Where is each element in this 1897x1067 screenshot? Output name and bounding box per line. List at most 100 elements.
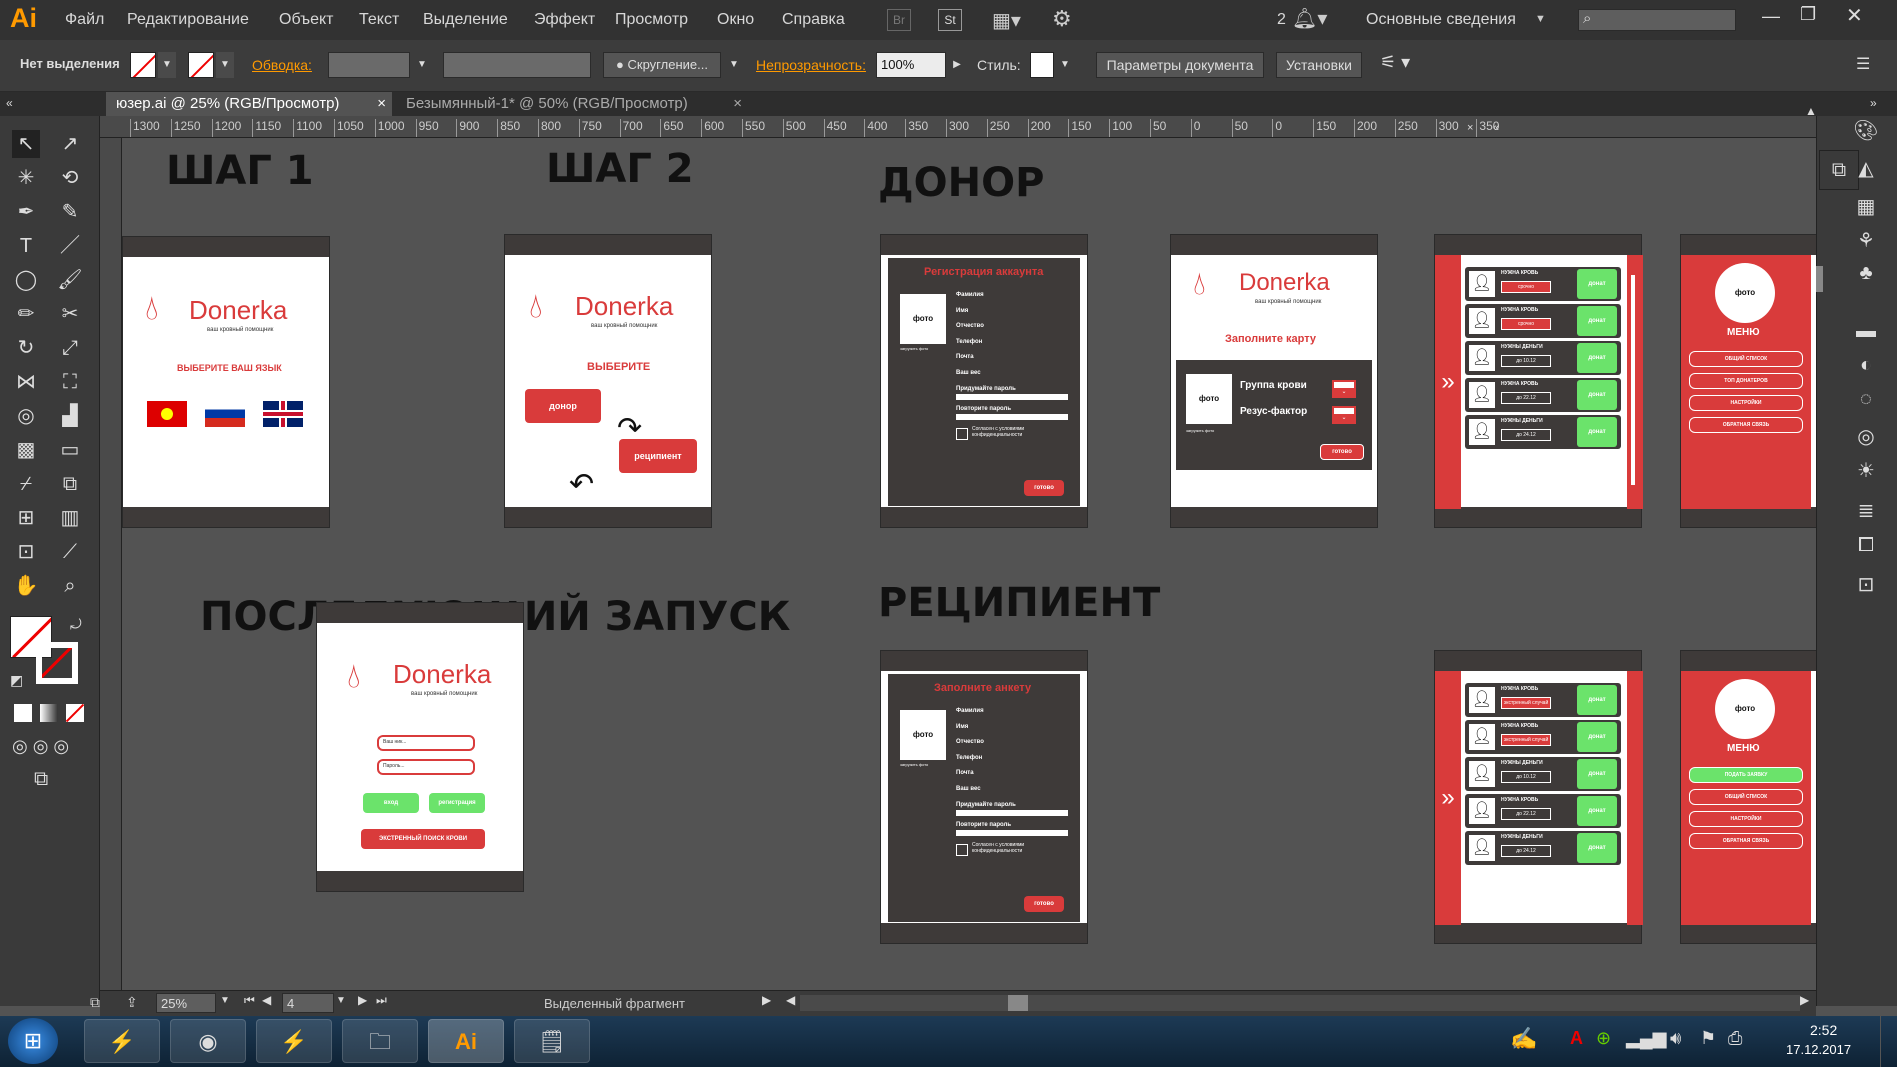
menu-edit[interactable]: Редактирование [127,11,249,29]
stroke-label[interactable]: Обводка: [252,57,312,73]
workspace-switcher[interactable]: Основные сведения [1366,11,1516,29]
artboard-dropdown[interactable]: ▼ [336,995,346,1006]
close-panel-icon[interactable]: × [1467,122,1473,134]
search-input[interactable]: ⌕ [1578,9,1736,31]
asset-export-icon[interactable]: ⊡ [1851,570,1881,600]
field-weight[interactable]: Ваш вес [956,366,1076,382]
color-panel-icon[interactable]: 🎨︎ [1851,116,1881,146]
kyrgyz-flag-icon[interactable] [147,401,187,427]
show-desktop-button[interactable] [1880,1016,1897,1067]
upload-photo-link[interactable]: загрузить фото [900,346,928,351]
scroll-left-icon[interactable]: ◀ [786,993,795,1007]
open-menu-chevron-icon[interactable]: » [1435,671,1461,925]
collapse-icon[interactable]: « [6,96,13,110]
line-tool-icon[interactable]: ／ [56,232,84,260]
document-setup-button[interactable]: Параметры документа [1096,52,1264,78]
chevron-down-icon[interactable]: ▼ [1535,13,1546,25]
blend-icon[interactable]: ⧉ [56,470,84,498]
scale-icon[interactable]: ⤢ [56,334,84,362]
opacity-label[interactable]: Непрозрачность: [756,57,866,73]
export-icon[interactable]: ⇪ [126,994,138,1011]
hand-tool-icon[interactable]: ✋ [12,572,40,600]
field-patronymic[interactable]: Отчество [956,735,1076,751]
arrange-docs-icon[interactable]: ▦▾ [992,8,1032,32]
zoom-dropdown[interactable]: ▼ [220,995,230,1006]
action-center-icon[interactable]: ⚑ [1700,1028,1716,1049]
last-artboard-icon[interactable]: ⏭ [376,993,387,1008]
pen-input-icon[interactable]: ✍ [1510,1026,1537,1052]
donate-button[interactable]: донат [1577,269,1617,299]
gradient-icon[interactable]: ▭ [56,436,84,464]
device-icon[interactable]: ⎙ [1728,1028,1742,1049]
menu-item[interactable]: ОБЩИЙ СПИСОК [1689,351,1803,367]
volume-icon[interactable]: 🔊︎ [1670,1028,1681,1049]
fill-swatch[interactable] [130,52,156,78]
horizontal-scrollbar[interactable] [800,995,1800,1011]
list-item[interactable]: 👤︎ НУЖНА КРОВЬ до 22.12 донат [1465,794,1621,828]
menu-effect[interactable]: Эффект [534,11,595,29]
ellipse-tool-icon[interactable]: ◯ [12,266,40,294]
panel-menu-icon[interactable]: ☰ [1856,54,1870,74]
symbols-icon[interactable]: ♣ [1851,258,1881,288]
pencil-icon[interactable]: ✏ [12,300,40,328]
appearance-icon[interactable]: ◎ [1851,422,1881,452]
donate-button[interactable]: донат [1577,722,1617,752]
stroke-panel-icon[interactable]: ▬ [1851,316,1881,346]
bell-icon[interactable]: 🔔︎▾ [1292,6,1327,31]
menu-item[interactable]: ПОДАТЬ ЗАЯВКУ [1689,767,1803,783]
draw-mode-icon[interactable]: ◎ ◎ ◎ [12,736,69,757]
first-artboard-icon[interactable]: ⏮ [244,993,255,1008]
clock-time[interactable]: 2:52 [1810,1022,1837,1038]
artboards-icon[interactable]: ⧠ [1851,530,1881,560]
type-tool-icon[interactable]: T [12,232,40,260]
style-swatch[interactable] [1030,52,1054,78]
screen-mode-icon[interactable]: ⧉ [34,768,48,791]
fill-dropdown[interactable]: ▼ [158,52,176,78]
taskbar-chrome-icon[interactable]: ◉ [170,1019,246,1063]
menu-item[interactable]: ТОП ДОНАТЕРОВ [1689,373,1803,389]
zoom-field[interactable]: 25% [156,993,216,1013]
eyedropper-icon[interactable]: ⌿ [12,470,40,498]
field-name[interactable]: Имя [956,720,1076,736]
taskbar-illustrator-icon[interactable]: Ai [428,1019,504,1063]
uk-flag-icon[interactable] [263,401,303,427]
stroke-color-box[interactable] [36,642,78,684]
artboard-recipient-form[interactable]: Заполните анкету фото загрузить фото Фам… [880,650,1088,944]
gradient-mode-icon[interactable] [40,704,58,722]
transparency-icon[interactable]: ◌ [1851,384,1881,414]
artboard-nav-icon[interactable]: ⧉ [90,994,100,1011]
vertical-ruler[interactable] [100,138,122,990]
list-item[interactable]: 👤︎ НУЖНЫ ДЕНЬГИ до 10.12 донат [1465,757,1621,791]
blood-group-select[interactable]: ⌄ [1332,380,1356,398]
donate-button[interactable]: донат [1577,306,1617,336]
rh-factor-select[interactable]: ⌄ [1332,406,1356,424]
taskbar-notes-icon[interactable]: 🗒 [514,1019,590,1063]
symbol-sprayer-icon[interactable]: ⊞ [12,504,40,532]
ready-button[interactable]: готово [1024,896,1064,912]
scroll-right-icon[interactable]: ▶ [1800,993,1809,1007]
avatar[interactable]: фото [1715,263,1775,323]
slice-tool-icon[interactable]: ⟋ [56,538,84,566]
perspective-grid-icon[interactable]: ▟ [56,402,84,430]
list-item[interactable]: 👤︎ НУЖНА КРОВЬ до 22.12 донат [1465,378,1621,412]
artboard-login[interactable]: 💧︎ Donerka ваш кровный помощник Ваш ник.… [316,602,524,892]
donate-button[interactable]: донат [1577,759,1617,789]
stroke-swatch[interactable] [188,52,214,78]
layers-icon[interactable]: ≣ [1851,496,1881,526]
opacity-dropdown[interactable]: ▶ [948,52,966,78]
ready-button[interactable]: готово [1320,444,1364,460]
prev-artboard-icon[interactable]: ◀ [262,993,271,1007]
scissors-icon[interactable]: ✂ [56,300,84,328]
shape-builder-icon[interactable]: ◎ [12,402,40,430]
brush-profile-dropdown[interactable]: ● Скругление... [603,52,721,78]
enter-button[interactable]: вход [363,793,419,813]
menu-help[interactable]: Справка [782,11,845,29]
swap-colors-icon[interactable]: ⤾ [70,616,82,633]
next-artboard-icon[interactable]: ▶ [358,993,367,1007]
restore-icon[interactable]: ❐ [1800,4,1816,25]
list-item[interactable]: 👤︎ НУЖНА КРОВЬ срочно донат [1465,304,1621,338]
artboard-donor-menu[interactable]: фото МЕНЮ ОБЩИЙ СПИСОК ТОП ДОНАТЕРОВ НАСТР… [1680,234,1816,528]
mesh-icon[interactable]: ▩ [12,436,40,464]
taskbar-app-bolt-icon[interactable]: ⚡ [256,1019,332,1063]
taskbar-app-lightning-icon[interactable]: ⚡ [84,1019,160,1063]
